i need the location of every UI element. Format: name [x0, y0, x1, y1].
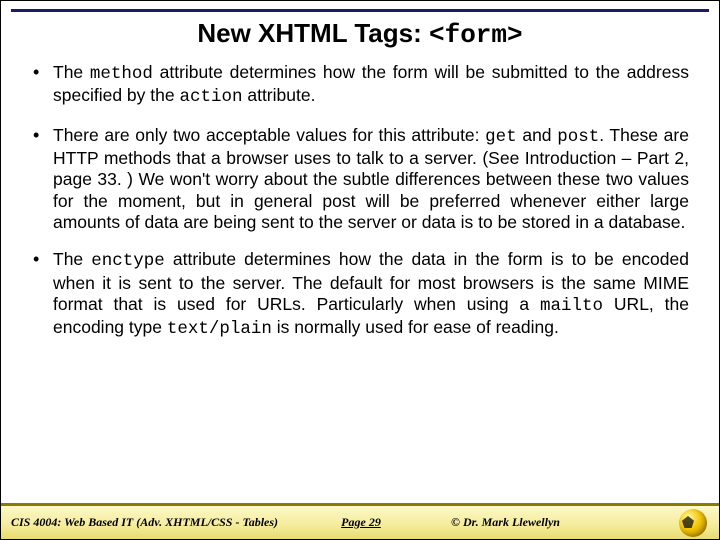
text: The: [53, 62, 90, 82]
code-text: get: [485, 127, 517, 147]
top-rule: [11, 9, 709, 12]
bullet-item: There are only two acceptable values for…: [31, 125, 689, 234]
slide-title: New XHTML Tags: <form>: [1, 18, 719, 50]
text: and: [517, 125, 558, 145]
bullet-item: The enctype attribute determines how the…: [31, 249, 689, 340]
title-prefix: New XHTML Tags:: [197, 18, 429, 48]
bullet-item: The method attribute determines how the …: [31, 62, 689, 109]
footer-course: CIS 4004: Web Based IT (Adv. XHTML/CSS -…: [11, 515, 278, 530]
code-text: action: [179, 87, 242, 107]
slide-body: The method attribute determines how the …: [1, 62, 719, 503]
text: attribute.: [242, 85, 315, 105]
code-text: post: [557, 127, 599, 147]
slide: New XHTML Tags: <form> The method attrib…: [0, 0, 720, 540]
code-text: enctype: [91, 251, 165, 271]
text: There are only two acceptable values for…: [53, 125, 485, 145]
bullet-list: The method attribute determines how the …: [31, 62, 689, 341]
title-tag: <form>: [429, 20, 523, 50]
footer-author: © Dr. Mark Llewellyn: [451, 515, 560, 530]
text: is normally used for ease of reading.: [272, 317, 559, 337]
code-text: text/plain: [167, 319, 272, 339]
ucf-logo-icon: [679, 509, 707, 537]
code-text: mailto: [540, 296, 603, 316]
footer-page: Page 29: [341, 515, 381, 530]
text: The: [53, 249, 91, 269]
code-text: method: [90, 64, 153, 84]
footer: CIS 4004: Web Based IT (Adv. XHTML/CSS -…: [1, 503, 719, 539]
